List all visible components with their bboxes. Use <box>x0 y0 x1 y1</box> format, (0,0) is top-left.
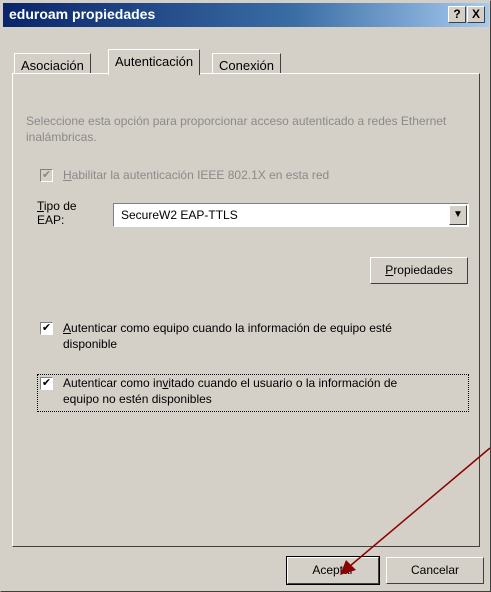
auth-description: Seleccione esta opción para proporcionar… <box>26 114 447 144</box>
help-button[interactable]: ? <box>448 6 466 23</box>
auth-as-computer-label[interactable]: Autenticar como equipo cuando la informa… <box>63 320 463 352</box>
tab-autenticacion-label: Autenticación <box>115 54 194 69</box>
title-bar[interactable]: eduroam propiedades ? X <box>3 3 489 27</box>
dropdown-arrow-icon[interactable]: ▼ <box>449 205 467 225</box>
properties-button[interactable]: Propiedades <box>370 257 468 284</box>
enable-8021x-checkbox: ✔ <box>40 169 53 182</box>
auth-as-guest-checkbox[interactable]: ✔ <box>40 377 53 390</box>
eap-type-label: Tipo de EAP: <box>37 199 77 227</box>
close-button[interactable]: X <box>467 6 485 23</box>
ok-button[interactable]: Aceptar <box>286 556 380 585</box>
eap-type-value: SecureW2 EAP-TTLS <box>121 208 238 222</box>
properties-dialog: eduroam propiedades ? X Asociación Auten… <box>0 0 491 592</box>
cancel-button[interactable]: Cancelar <box>386 557 484 584</box>
dialog-title: eduroam propiedades <box>9 6 156 22</box>
enable-8021x-label: Habilitar la autenticación IEEE 802.1X e… <box>63 168 330 182</box>
auth-as-computer-checkbox[interactable]: ✔ <box>40 322 53 335</box>
eap-type-select[interactable]: SecureW2 EAP-TTLS ▼ <box>113 203 469 227</box>
auth-as-guest-label[interactable]: Autenticar como invitado cuando el usuar… <box>63 375 467 407</box>
tab-autenticacion[interactable]: Autenticación <box>108 49 201 75</box>
